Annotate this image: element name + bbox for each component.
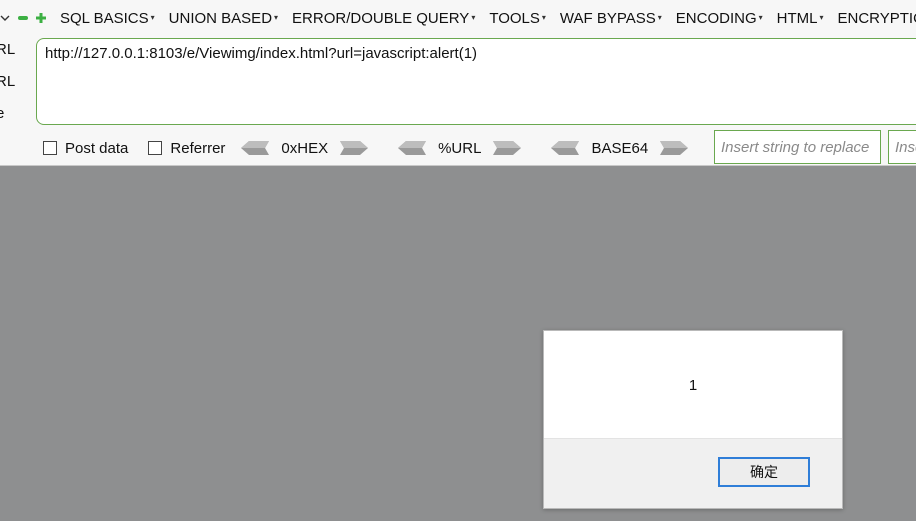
- menu-label: TOOLS: [489, 9, 540, 27]
- menu-html[interactable]: HTML ▾: [777, 10, 824, 27]
- menu-tools[interactable]: TOOLS ▾: [489, 10, 546, 27]
- replace-find-input[interactable]: [714, 130, 881, 164]
- caret-down-icon: ▾: [150, 12, 155, 22]
- base64-encoder: BASE64: [551, 139, 689, 157]
- plus-icon[interactable]: [36, 13, 46, 23]
- url-encode-label: %URL: [438, 139, 482, 157]
- menu-label: SQL BASICS: [60, 9, 149, 27]
- arrow-left-icon[interactable]: [551, 140, 580, 156]
- menu-encoding[interactable]: ENCODING ▾: [676, 10, 763, 27]
- caret-down-icon: ▾: [657, 12, 662, 22]
- checkbox-box[interactable]: [43, 141, 57, 155]
- menu-label: UNION BASED: [168, 9, 273, 27]
- menu-waf-bypass[interactable]: WAF BYPASS ▾: [560, 10, 662, 27]
- caret-down-icon: ▾: [758, 12, 763, 22]
- post-data-label: Post data: [65, 139, 129, 157]
- menu-encryption[interactable]: ENCRYPTIO: [838, 10, 916, 27]
- arrow-left-icon[interactable]: [398, 140, 427, 156]
- menu-error-double-query[interactable]: ERROR/DOUBLE QUERY ▾: [292, 10, 475, 27]
- alert-dialog: 1 确定: [543, 330, 843, 509]
- url-encoder: %URL: [398, 139, 522, 157]
- menu-label: WAF BYPASS: [559, 9, 656, 27]
- left-action-labels: RL RL e: [0, 38, 30, 134]
- base64-label: BASE64: [591, 139, 649, 157]
- referrer-checkbox[interactable]: Referrer: [148, 140, 225, 157]
- menu-label: ERROR/DOUBLE QUERY: [292, 9, 470, 27]
- hackbar-panel: SQL BASICS ▾ UNION BASED ▾ ERROR/DOUBLE QU…: [0, 0, 916, 166]
- alert-footer: 确定: [544, 438, 842, 508]
- arrow-right-icon[interactable]: [340, 140, 369, 156]
- arrow-right-icon[interactable]: [493, 140, 522, 156]
- url-textarea[interactable]: [36, 38, 916, 125]
- caret-down-icon: ▾: [471, 12, 476, 22]
- caret-down-icon: ▾: [819, 12, 824, 22]
- ok-button[interactable]: 确定: [718, 457, 810, 487]
- caret-down-icon: ▾: [274, 12, 279, 22]
- menu-sql-basics[interactable]: SQL BASICS ▾: [60, 10, 155, 27]
- menu-label: ENCODING: [675, 9, 757, 27]
- hackbar-menubar: SQL BASICS ▾ UNION BASED ▾ ERROR/DOUBLE QU…: [0, 0, 916, 36]
- load-url-label[interactable]: RL: [0, 38, 30, 70]
- menu-union-based[interactable]: UNION BASED ▾: [169, 10, 278, 27]
- post-data-checkbox[interactable]: Post data: [43, 140, 128, 157]
- menu-label: ENCRYPTIO: [837, 9, 916, 27]
- arrow-left-icon[interactable]: [241, 140, 270, 156]
- arrow-right-icon[interactable]: [660, 140, 689, 156]
- checkbox-box[interactable]: [148, 141, 163, 155]
- minus-icon[interactable]: [18, 13, 28, 23]
- hex-label: 0xHEX: [281, 139, 329, 157]
- hex-encoder: 0xHEX: [241, 139, 369, 157]
- browser-viewport: SQL BASICS ▾ UNION BASED ▾ ERROR/DOUBLE QU…: [0, 0, 916, 521]
- menu-label: HTML: [776, 9, 818, 27]
- chevron-down-icon[interactable]: [0, 0, 10, 36]
- referrer-label: Referrer: [170, 139, 226, 157]
- alert-message: 1: [688, 376, 698, 394]
- caret-down-icon: ▾: [541, 12, 546, 22]
- split-url-label[interactable]: RL: [0, 70, 30, 102]
- replace-with-input[interactable]: [888, 130, 916, 164]
